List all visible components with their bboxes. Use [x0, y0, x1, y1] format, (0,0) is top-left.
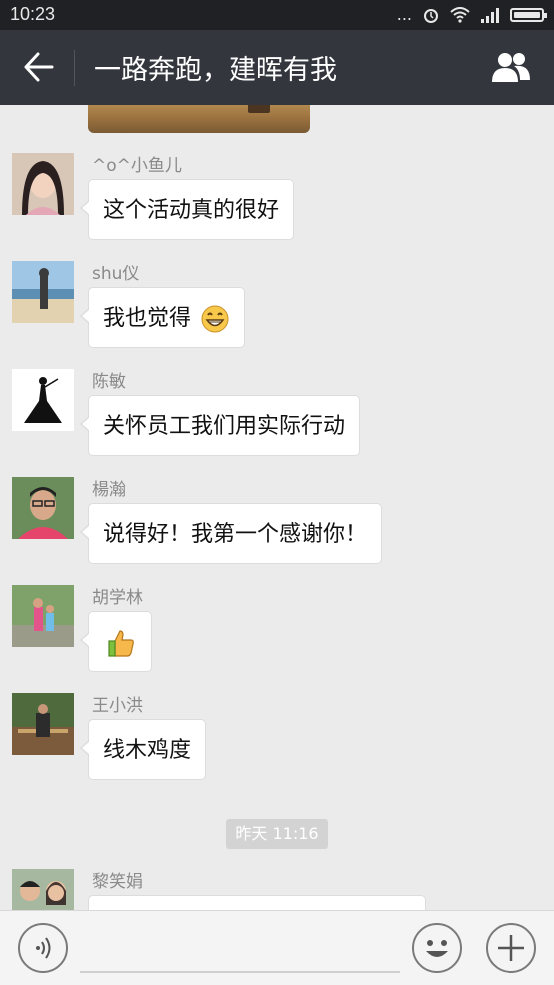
input-bar — [0, 910, 554, 985]
thumbs-up-emoji — [108, 630, 134, 657]
message-bubble[interactable]: 这个活动真的很好 — [79, 179, 295, 240]
header-divider — [74, 50, 75, 86]
battery-icon — [510, 7, 547, 22]
message-text: 这个活动真的很好 — [103, 198, 280, 223]
avatar[interactable] — [12, 869, 74, 910]
sender-name: 胡学林 — [92, 588, 143, 608]
avatar[interactable] — [12, 585, 74, 647]
message-bubble[interactable]: 线木鸡度 — [79, 719, 207, 780]
avatar[interactable] — [12, 369, 74, 431]
message-text: 关怀员工我们用实际行动 — [103, 414, 346, 439]
message-bubble[interactable] — [88, 895, 426, 910]
grinning-face-emoji — [201, 305, 229, 333]
sender-name: 陈敏 — [92, 372, 126, 392]
message-bubble[interactable]: 关怀员工我们用实际行动 — [79, 395, 361, 456]
plus-icon — [498, 935, 524, 961]
avatar[interactable] — [12, 153, 74, 215]
sender-name: 王小洪 — [92, 696, 143, 716]
alarm-icon — [424, 8, 438, 23]
voice-icon — [36, 937, 51, 959]
sender-name: 黎笑娟 — [92, 872, 143, 892]
avatar[interactable] — [12, 477, 74, 539]
chat-area[interactable]: ^o^小鱼儿 这个活动真的很好 shu仪 我也觉得 陈敏 关怀员工我们用实际行动… — [0, 105, 554, 910]
signal-icon — [481, 7, 499, 23]
message-bubble[interactable] — [80, 611, 152, 672]
time-divider: 昨天 11:16 — [226, 819, 328, 849]
previous-image-message[interactable] — [88, 105, 310, 133]
status-time: 10:23 — [10, 4, 56, 24]
more-dots-icon: ... — [396, 5, 412, 24]
sender-name: 楊瀚 — [92, 480, 126, 500]
message-input[interactable] — [80, 971, 400, 973]
chat-title: 一路奔跑，建晖有我 — [94, 55, 337, 86]
message-text: 线木鸡度 — [103, 738, 192, 763]
back-arrow-icon[interactable] — [22, 50, 54, 84]
avatar[interactable] — [12, 693, 74, 755]
status-icons: ... — [396, 5, 547, 24]
message-bubble[interactable]: 我也觉得 — [79, 287, 246, 348]
smiley-icon — [426, 940, 448, 957]
avatar[interactable] — [12, 261, 74, 323]
sender-name: shu仪 — [92, 264, 140, 284]
message-bubble[interactable]: 说得好！我第一个感谢你！ — [79, 503, 383, 564]
more-options-button[interactable] — [486, 923, 536, 973]
sender-name: ^o^小鱼儿 — [92, 156, 182, 176]
voice-button[interactable] — [18, 923, 68, 973]
chat-header: 一路奔跑，建晖有我 — [0, 30, 554, 105]
group-members-icon[interactable] — [490, 50, 532, 84]
message-text: 我也觉得 — [103, 306, 192, 331]
message-text: 说得好！我第一个感谢你！ — [103, 522, 368, 547]
status-bar: 10:23 ... — [0, 0, 554, 30]
wifi-icon — [450, 6, 470, 23]
emoji-button[interactable] — [412, 923, 462, 973]
